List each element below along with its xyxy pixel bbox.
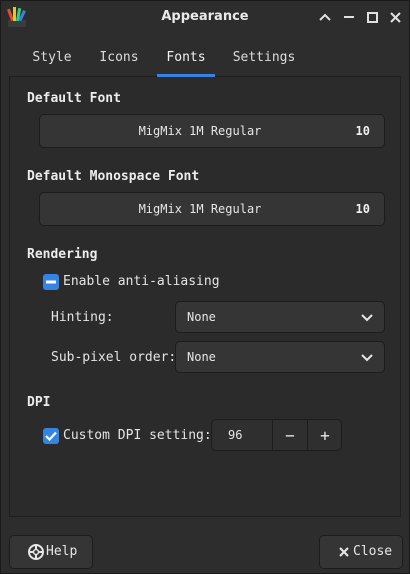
tab-fonts[interactable]: Fonts [157, 39, 215, 77]
title-bar[interactable]: Appearance [1, 1, 409, 33]
dpi-spinbutton: 96 − + [211, 419, 342, 451]
check-icon [45, 431, 57, 441]
default-font-size: 10 [355, 124, 370, 138]
minus-icon: − [285, 425, 295, 445]
square-icon [366, 11, 378, 23]
minus-icon [46, 280, 56, 284]
dpi-heading: DPI [27, 395, 51, 410]
help-lifebuoy-icon [28, 544, 44, 560]
mono-font-name: MigMix 1M Regular [138, 202, 262, 216]
minimize-button[interactable] [315, 7, 335, 27]
close-icon [339, 547, 349, 557]
plus-icon: + [320, 425, 330, 445]
chevron-up-icon [319, 13, 331, 21]
dpi-value: 96 [228, 428, 243, 442]
help-button[interactable]: Help [9, 535, 93, 569]
close-button[interactable]: Close [319, 535, 403, 569]
chevron-down-icon [361, 314, 373, 322]
tab-bar: Style Icons Fonts Settings [9, 39, 401, 77]
mono-font-size: 10 [355, 202, 370, 216]
help-label: Help [46, 544, 78, 559]
maximize-button[interactable] [362, 7, 382, 27]
close-icon [389, 11, 401, 23]
antialias-label[interactable]: Enable anti-aliasing [63, 274, 220, 289]
custom-dpi-label[interactable]: Custom DPI setting: [63, 428, 212, 443]
subpixel-value: None [187, 350, 216, 364]
hinting-dropdown[interactable]: None [175, 301, 385, 333]
chevron-down-icon [361, 354, 373, 362]
rendering-heading: Rendering [27, 247, 98, 262]
default-font-heading: Default Font [27, 91, 121, 106]
shade-button[interactable] [339, 7, 359, 27]
dpi-input[interactable]: 96 [212, 420, 272, 450]
dpi-decrement-button[interactable]: − [272, 420, 307, 450]
mono-font-button[interactable]: MigMix 1M Regular 10 [39, 192, 385, 226]
appearance-window: Appearance Style Icons Fonts Settings De… [0, 0, 410, 574]
default-font-button[interactable]: MigMix 1M Regular 10 [39, 114, 385, 148]
custom-dpi-checkbox[interactable] [43, 428, 59, 444]
hinting-label: Hinting: [51, 310, 114, 325]
hinting-value: None [187, 310, 216, 324]
antialias-checkbox[interactable] [43, 274, 59, 290]
subpixel-dropdown[interactable]: None [175, 341, 385, 373]
default-font-name: MigMix 1M Regular [138, 124, 262, 138]
tab-icons[interactable]: Icons [89, 39, 149, 77]
subpixel-label: Sub-pixel order: [51, 350, 177, 365]
dpi-increment-button[interactable]: + [307, 420, 342, 450]
close-label: Close [353, 544, 393, 559]
close-window-button[interactable] [385, 7, 405, 27]
minus-icon [344, 16, 354, 18]
tab-settings[interactable]: Settings [229, 39, 299, 77]
mono-font-heading: Default Monospace Font [27, 169, 200, 184]
tab-style[interactable]: Style [21, 39, 83, 77]
